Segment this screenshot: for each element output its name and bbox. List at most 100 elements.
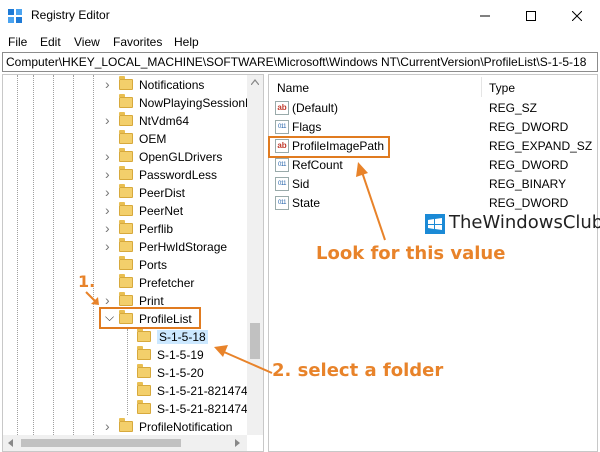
folder-icon [119, 148, 133, 162]
chevron-right-icon[interactable]: › [105, 148, 110, 164]
key-tree-pane[interactable]: › Notifications NowPlayingSessionM › NtVdm64… [2, 74, 264, 452]
binary-value-icon: 011 [275, 196, 289, 210]
value-type: REG_DWORD [489, 120, 569, 134]
windowsclub-logo-icon [425, 214, 445, 234]
folder-icon [137, 400, 151, 414]
folder-icon [119, 274, 133, 288]
tree-item-label: PeerNet [139, 204, 184, 218]
tree-item-label: S-1-5-19 [157, 348, 204, 362]
value-name: (Default) [292, 101, 339, 115]
tree-item-label: S-1-5-21-8214742 [157, 384, 255, 398]
value-type: REG_DWORD [489, 158, 569, 172]
tree-item-label: Prefetcher [139, 276, 195, 290]
column-separator[interactable] [481, 77, 482, 97]
tree-item-label: S-1-5-20 [157, 366, 204, 380]
binary-value-icon: 011 [275, 120, 289, 134]
menu-favorites[interactable]: Favorites [113, 35, 162, 49]
folder-icon [137, 364, 151, 378]
folder-icon [119, 184, 133, 198]
tree-item[interactable]: › PeerNet [3, 202, 248, 220]
tree-item[interactable]: S-1-5-21-8214742 [3, 382, 254, 400]
column-header-name[interactable]: Name [277, 81, 309, 95]
scroll-right-icon[interactable] [235, 439, 241, 447]
folder-icon [119, 130, 133, 144]
step-two-label: 2. select a folder [272, 360, 444, 381]
tree-item[interactable]: NowPlayingSessionM [3, 94, 255, 112]
tree-item[interactable]: › OpenGLDrivers [3, 148, 248, 166]
value-type: REG_EXPAND_SZ [489, 139, 593, 153]
value-row[interactable]: ab (Default) REG_SZ [269, 99, 597, 118]
tree-item[interactable]: › Notifications [3, 76, 248, 94]
folder-icon [119, 292, 133, 306]
value-type: REG_SZ [489, 101, 538, 115]
folder-icon [119, 94, 133, 108]
tree-item-label: Perflib [139, 222, 174, 236]
tree-item[interactable]: › Perflib [3, 220, 248, 238]
tree-item-label: Notifications [139, 78, 205, 92]
tree-item-label: ProfileNotification [139, 420, 233, 434]
menu-help[interactable]: Help [174, 35, 199, 49]
step-two-arrow [214, 345, 273, 374]
chevron-right-icon[interactable]: › [105, 220, 110, 236]
maximize-button[interactable] [508, 0, 554, 32]
value-name: RefCount [292, 158, 343, 172]
value-type: REG_BINARY [489, 177, 567, 191]
tree-item[interactable]: OEM [3, 130, 248, 148]
folder-icon [119, 220, 133, 234]
folder-icon [119, 256, 133, 270]
tree-item-label: S-1-5-21-8214742 [157, 402, 255, 416]
tree-item-label: OEM [139, 132, 167, 146]
tree-item[interactable]: › PerHwIdStorage [3, 238, 248, 256]
folder-icon [119, 76, 133, 90]
chevron-right-icon[interactable]: › [105, 166, 110, 182]
value-type: REG_DWORD [489, 196, 569, 210]
registry-editor-icon [8, 9, 22, 23]
chevron-right-icon[interactable]: › [105, 292, 110, 308]
tree-item-label: PasswordLess [139, 168, 218, 182]
profilelist-highlight-box [99, 307, 201, 329]
scroll-up-icon[interactable] [251, 79, 259, 85]
step-one-arrow [85, 291, 99, 305]
chevron-right-icon[interactable]: › [105, 184, 110, 200]
folder-icon [119, 202, 133, 216]
value-name: State [292, 196, 321, 210]
tree-item[interactable]: › NtVdm64 [3, 112, 248, 130]
chevron-right-icon[interactable]: › [105, 112, 110, 128]
tree-item[interactable]: Ports [3, 256, 248, 274]
tree-horizontal-scroll-thumb[interactable] [21, 439, 181, 447]
menu-edit[interactable]: Edit [40, 35, 61, 49]
folder-icon [137, 346, 151, 360]
step-one-label: 1. [78, 272, 96, 291]
value-row[interactable]: 011 State REG_DWORD [269, 194, 597, 213]
tree-item[interactable]: Prefetcher [3, 274, 248, 292]
value-row[interactable]: 011 RefCount REG_DWORD [269, 156, 597, 175]
tree-item[interactable]: › PeerDist [3, 184, 248, 202]
menu-file[interactable]: File [8, 35, 27, 49]
maximize-icon [526, 11, 536, 21]
address-path: Computer\HKEY_LOCAL_MACHINE\SOFTWARE\Mic… [6, 55, 587, 69]
tree-item[interactable]: S-1-5-21-8214742 [3, 400, 254, 418]
menu-view[interactable]: View [74, 35, 100, 49]
close-button[interactable] [554, 0, 600, 32]
tree-horizontal-scrollbar[interactable] [3, 435, 247, 451]
address-bar[interactable]: Computer\HKEY_LOCAL_MACHINE\SOFTWARE\Mic… [2, 52, 598, 72]
minimize-button[interactable] [462, 0, 508, 32]
tree-vertical-scrollbar[interactable] [247, 75, 263, 435]
chevron-right-icon[interactable]: › [105, 202, 110, 218]
tree-item[interactable]: › PasswordLess [3, 166, 248, 184]
value-row[interactable]: 011 Flags REG_DWORD [269, 118, 597, 137]
scroll-left-icon[interactable] [7, 439, 13, 447]
column-header-type[interactable]: Type [489, 81, 515, 95]
tree-item-label: Print [139, 294, 164, 308]
tree-item-label: PeerDist [139, 186, 186, 200]
tree-item-label: OpenGLDrivers [139, 150, 223, 164]
tree-item[interactable]: › ProfileNotification [3, 418, 248, 436]
chevron-right-icon[interactable]: › [105, 238, 110, 254]
watermark-text: TheWindowsClub [449, 212, 600, 233]
folder-icon [137, 382, 151, 396]
minimize-icon [480, 15, 490, 17]
chevron-right-icon[interactable]: › [105, 76, 110, 92]
value-row[interactable]: 011 Sid REG_BINARY [269, 175, 597, 194]
chevron-right-icon[interactable]: › [105, 418, 110, 434]
window-title: Registry Editor [31, 8, 110, 22]
